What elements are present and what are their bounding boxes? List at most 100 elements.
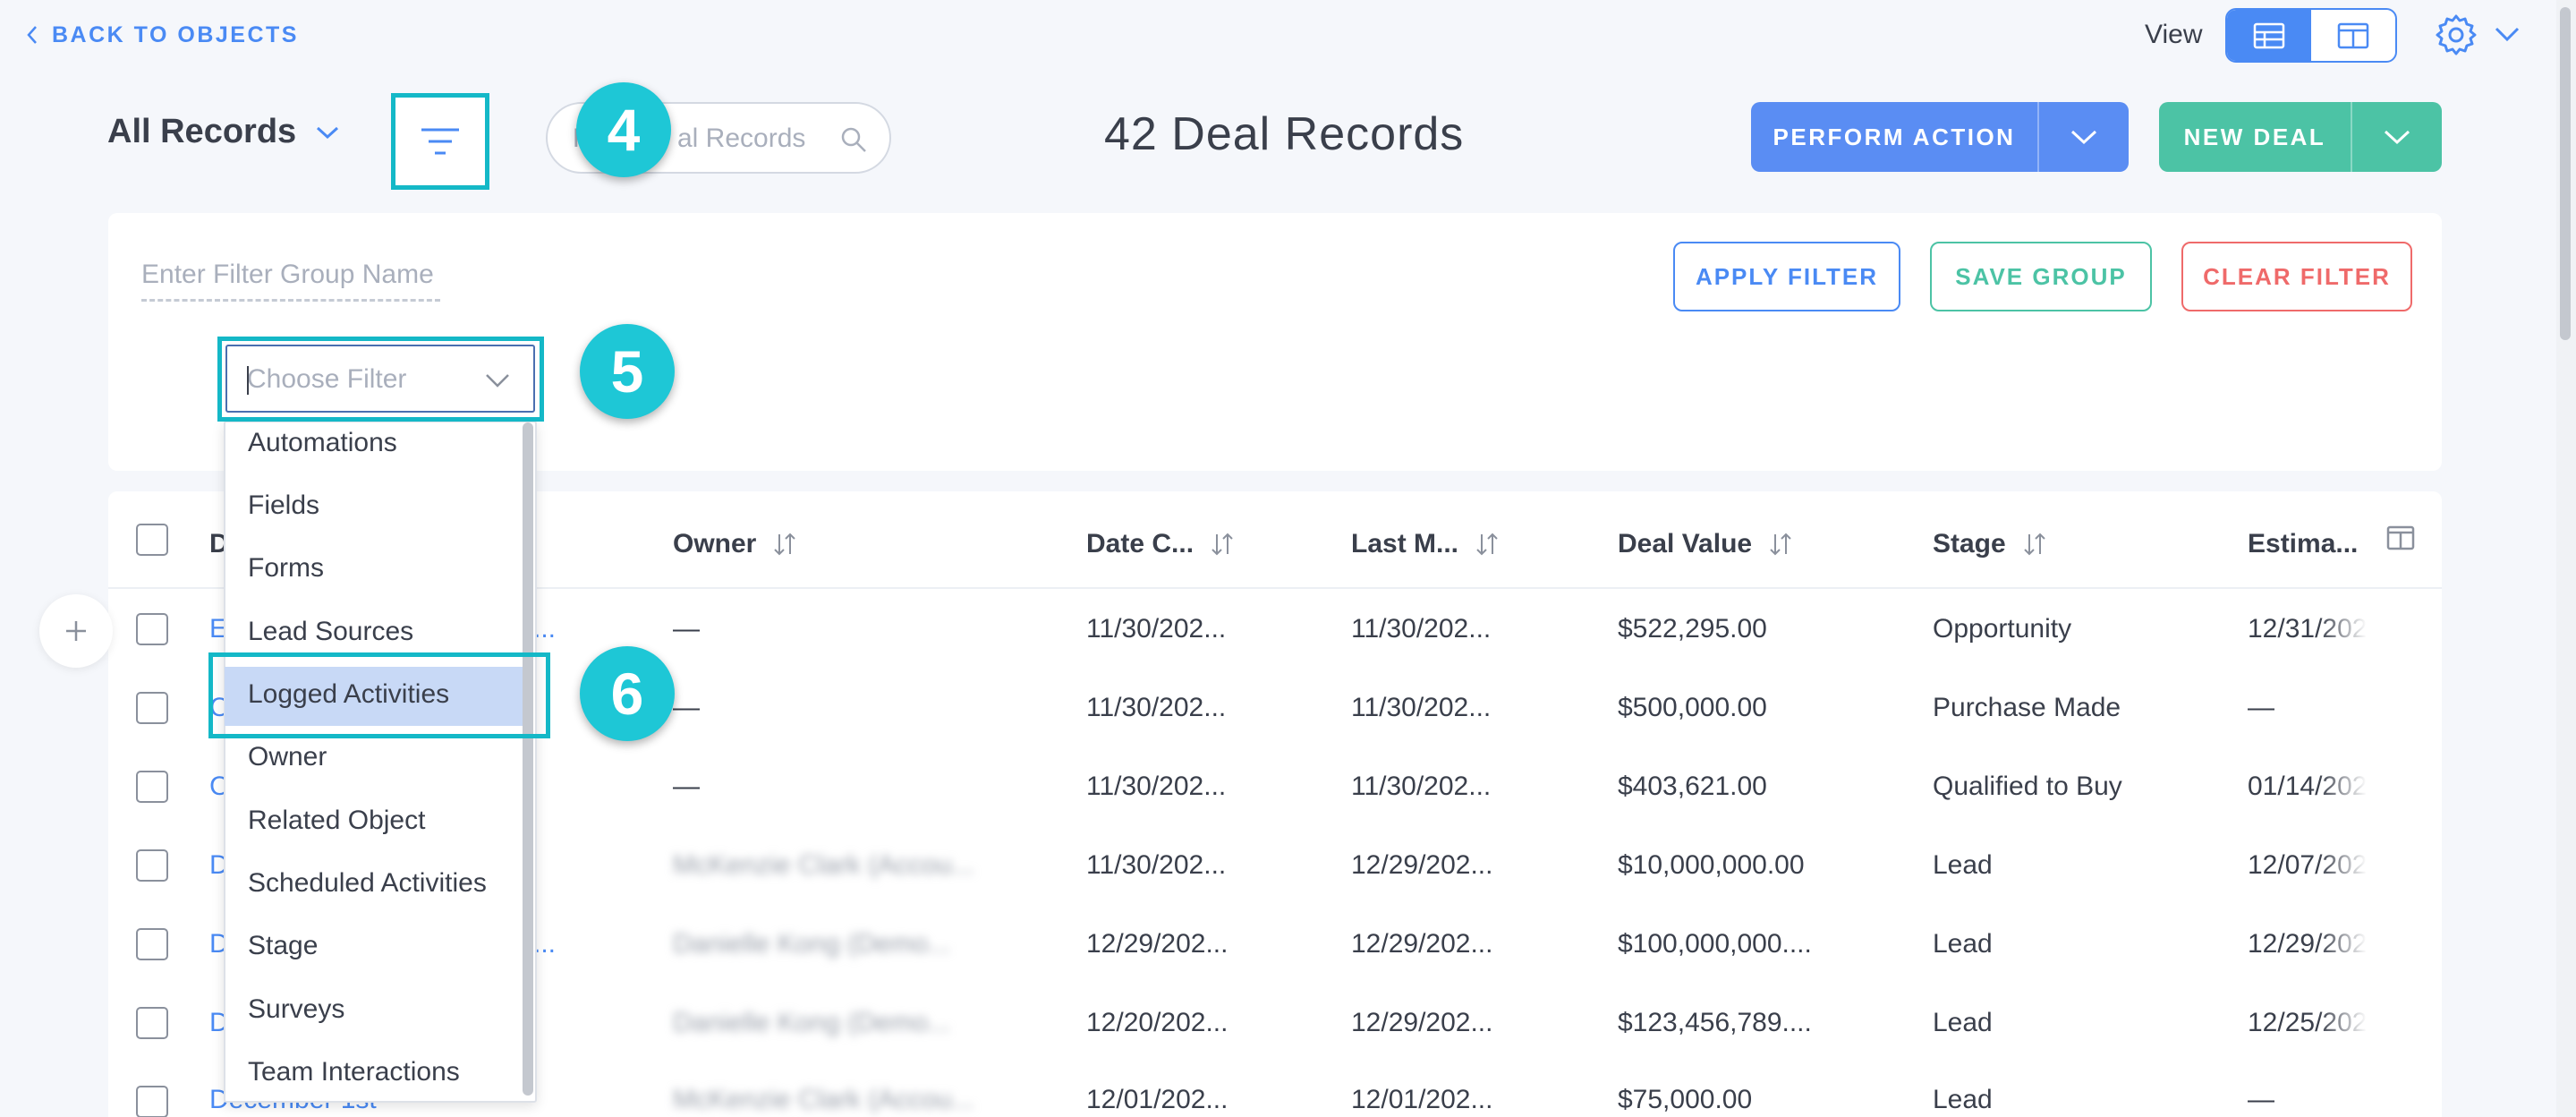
filter-button[interactable] xyxy=(391,93,489,190)
filter-option-team-interactions[interactable]: Team Interactions xyxy=(248,1054,460,1090)
filter-icon xyxy=(421,128,459,155)
choose-filter-select[interactable]: Choose Filter xyxy=(225,345,535,413)
page-scrollbar-thumb[interactable] xyxy=(2560,7,2571,340)
estimated-cell: 12/07/202 xyxy=(2248,850,2368,880)
filter-option-automations[interactable]: Automations xyxy=(248,425,397,461)
board-view-button[interactable] xyxy=(2311,10,2395,61)
date-created-cell: 11/30/202... xyxy=(1086,693,1227,722)
column-header-estimated[interactable]: Estima... xyxy=(2248,526,2358,562)
chevron-left-icon xyxy=(27,26,37,44)
column-settings-icon[interactable] xyxy=(2386,525,2415,550)
last-modified-cell: 12/29/202... xyxy=(1351,850,1493,880)
stage-cell: Purchase Made xyxy=(1933,693,2121,722)
last-modified-cell: 11/30/202... xyxy=(1351,693,1492,722)
sort-icon xyxy=(1770,533,1791,556)
perform-action-button[interactable]: PERFORM ACTION xyxy=(1751,102,2037,172)
column-header-date-created[interactable]: Date C... xyxy=(1086,526,1235,562)
new-deal-button[interactable]: NEW DEAL xyxy=(2159,102,2351,172)
text-cursor xyxy=(247,366,249,395)
date-created-cell: 11/30/202... xyxy=(1086,772,1227,801)
stage-cell: Lead xyxy=(1933,1085,1993,1114)
estimated-cell: — xyxy=(2248,1085,2274,1114)
owner-cell: Danielle Kong (Demo... xyxy=(673,929,951,959)
row-checkbox[interactable] xyxy=(136,1007,168,1039)
select-all-checkbox[interactable] xyxy=(136,524,168,556)
plus-icon xyxy=(66,621,86,641)
row-checkbox[interactable] xyxy=(136,692,168,724)
sort-icon xyxy=(2023,533,2045,556)
date-created-cell: 11/30/202... xyxy=(1086,850,1227,880)
stage-cell: Opportunity xyxy=(1933,614,2072,644)
page-scrollbar[interactable] xyxy=(2556,0,2576,1117)
filter-option-related-object[interactable]: Related Object xyxy=(248,803,425,839)
chevron-down-icon xyxy=(2070,130,2097,145)
column-header-deal-value[interactable]: Deal Value xyxy=(1618,526,1793,562)
save-group-button[interactable]: SAVE GROUP xyxy=(1930,242,2152,311)
sort-icon xyxy=(774,533,796,556)
owner-cell: McKenzie Clark (Accou... xyxy=(673,1085,974,1114)
owner-cell: — xyxy=(673,614,700,644)
filter-option-fields[interactable]: Fields xyxy=(248,488,319,524)
back-link-label: BACK TO OBJECTS xyxy=(52,21,299,47)
perform-action-button-group: PERFORM ACTION xyxy=(1751,102,2129,172)
gear-icon[interactable] xyxy=(2434,13,2478,57)
last-modified-cell: 12/29/202... xyxy=(1351,929,1493,959)
filter-group-name-input[interactable]: Enter Filter Group Name xyxy=(141,260,440,302)
deal-value-cell: $522,295.00 xyxy=(1618,614,1767,644)
owner-cell: — xyxy=(673,772,700,801)
filter-option-lead-sources[interactable]: Lead Sources xyxy=(248,614,413,650)
last-modified-cell: 12/29/202... xyxy=(1351,1008,1493,1037)
chevron-down-icon xyxy=(2384,130,2410,145)
back-to-objects-link[interactable]: BACK TO OBJECTS xyxy=(25,20,299,50)
sort-icon xyxy=(1211,533,1233,556)
chevron-down-icon xyxy=(317,126,339,139)
records-selector[interactable]: All Records xyxy=(107,113,339,151)
stage-cell: Lead xyxy=(1933,850,1993,880)
column-header-stage[interactable]: Stage xyxy=(1933,526,2047,562)
date-created-cell: 12/29/202... xyxy=(1086,929,1228,959)
row-checkbox[interactable] xyxy=(136,849,168,882)
deal-value-cell: $403,621.00 xyxy=(1618,772,1767,801)
step-badge-5: 5 xyxy=(580,324,675,419)
dropdown-scrollbar[interactable] xyxy=(523,422,533,1096)
new-deal-dropdown[interactable] xyxy=(2351,102,2442,172)
row-checkbox[interactable] xyxy=(136,1086,168,1117)
new-deal-button-group: NEW DEAL xyxy=(2159,102,2442,172)
last-modified-cell: 11/30/202... xyxy=(1351,614,1492,644)
estimated-cell: 12/31/202 xyxy=(2248,614,2368,644)
records-selector-label: All Records xyxy=(107,113,297,150)
settings-chevron-down-icon[interactable] xyxy=(2494,25,2521,43)
table-view-button[interactable] xyxy=(2227,10,2311,61)
stage-cell: Lead xyxy=(1933,929,1993,959)
owner-cell: — xyxy=(673,693,700,722)
last-modified-cell: 12/01/202... xyxy=(1351,1085,1493,1114)
estimated-cell: 12/29/202 xyxy=(2248,929,2368,959)
column-header-owner[interactable]: Owner xyxy=(673,526,797,562)
step-badge-6: 6 xyxy=(580,646,675,741)
deal-value-cell: $100,000,000.... xyxy=(1618,929,1812,959)
filter-option-forms[interactable]: Forms xyxy=(248,550,324,586)
estimated-cell: 12/25/202 xyxy=(2248,1008,2368,1037)
date-created-cell: 11/30/202... xyxy=(1086,614,1227,644)
filter-option-surveys[interactable]: Surveys xyxy=(248,992,344,1027)
row-checkbox[interactable] xyxy=(136,613,168,645)
apply-filter-button[interactable]: APPLY FILTER xyxy=(1673,242,1900,311)
perform-action-dropdown[interactable] xyxy=(2037,102,2129,172)
search-placeholder-end: al Records xyxy=(677,124,806,153)
date-created-cell: 12/01/202... xyxy=(1086,1085,1228,1114)
filter-option-stage[interactable]: Stage xyxy=(248,928,318,964)
add-row-button[interactable] xyxy=(39,594,113,668)
clear-filter-button[interactable]: CLEAR FILTER xyxy=(2181,242,2412,311)
board-icon xyxy=(2337,22,2369,48)
filter-option-scheduled-activities[interactable]: Scheduled Activities xyxy=(248,865,487,901)
estimated-cell: 01/14/202 xyxy=(2248,772,2368,801)
row-checkbox[interactable] xyxy=(136,771,168,803)
column-header-last-modified[interactable]: Last M... xyxy=(1351,526,1500,562)
last-modified-cell: 11/30/202... xyxy=(1351,772,1492,801)
estimated-cell: — xyxy=(2248,693,2274,722)
date-created-cell: 12/20/202... xyxy=(1086,1008,1228,1037)
row-checkbox[interactable] xyxy=(136,928,168,960)
filter-option-owner[interactable]: Owner xyxy=(248,739,327,775)
step-6-highlight-frame xyxy=(208,652,550,738)
table-icon xyxy=(2253,22,2285,48)
